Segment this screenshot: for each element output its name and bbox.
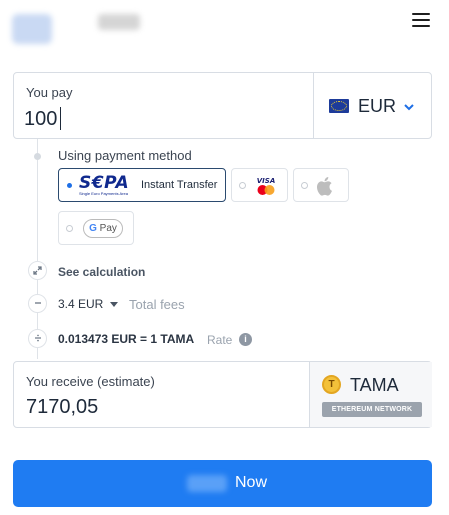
buy-now-button[interactable]: Now xyxy=(13,460,432,507)
header xyxy=(0,0,449,56)
you-receive-label: You receive (estimate) xyxy=(26,374,155,389)
token-code: TAMA xyxy=(350,375,399,395)
you-pay-field: You pay EUR xyxy=(13,72,432,139)
cta-blurred-word xyxy=(187,475,227,492)
title-blurred xyxy=(98,14,140,30)
token-select[interactable]: T TAMA ETHEREUM NETWORK xyxy=(309,362,432,427)
total-fees-label: Total fees xyxy=(129,297,185,312)
minus-icon xyxy=(28,294,47,313)
radio-unselected-icon xyxy=(239,182,246,189)
exchange-rate-value: 0.013473 EUR = 1 TAMA xyxy=(58,332,195,346)
payment-option-google-pay[interactable]: G Pay xyxy=(58,211,134,245)
visa-mastercard-icon: VISA xyxy=(257,177,275,195)
sepa-wordmark: S€PA xyxy=(79,173,130,193)
currency-code: EUR xyxy=(358,96,397,116)
sepa-logo: S€PA Single Euro Payments Area xyxy=(79,173,137,198)
divide-icon xyxy=(28,329,47,348)
radio-unselected-icon xyxy=(301,182,308,189)
see-calculation-link[interactable]: See calculation xyxy=(58,265,145,279)
network-badge: ETHEREUM NETWORK xyxy=(322,402,422,417)
radio-selected-icon xyxy=(67,183,72,188)
sepa-tagline: Single Euro Payments Area xyxy=(79,191,128,196)
radio-unselected-icon xyxy=(66,225,73,232)
currency-select[interactable]: EUR xyxy=(313,73,432,138)
apple-icon xyxy=(317,177,332,196)
google-pay-icon: G Pay xyxy=(83,219,123,238)
text-cursor xyxy=(60,107,61,130)
you-receive-field: You receive (estimate) 7170,05 T TAMA ET… xyxy=(13,361,432,428)
sepa-option-label: Instant Transfer xyxy=(141,179,218,191)
hamburger-menu-icon[interactable] xyxy=(412,13,430,27)
logo-blurred xyxy=(12,14,52,44)
payment-option-sepa[interactable]: S€PA Single Euro Payments Area Instant T… xyxy=(58,168,226,202)
timeline-dot xyxy=(34,153,41,160)
google-pay-label: Pay xyxy=(99,223,117,234)
caret-down-icon xyxy=(110,302,118,307)
cta-label: Now xyxy=(235,474,268,491)
fee-value-dropdown[interactable]: 3.4 EUR xyxy=(58,297,103,311)
payment-option-card[interactable]: VISA xyxy=(231,168,288,202)
svg-text:VISA: VISA xyxy=(257,177,275,185)
expand-arrows-icon[interactable] xyxy=(28,261,47,280)
payment-method-label: Using payment method xyxy=(58,148,192,163)
eu-flag-icon xyxy=(329,99,349,113)
timeline-line xyxy=(37,139,38,359)
chevron-down-icon xyxy=(404,104,414,111)
payment-option-apple-pay[interactable] xyxy=(293,168,349,202)
tama-token-icon: T xyxy=(322,375,341,394)
pay-amount-input[interactable] xyxy=(24,106,304,132)
info-icon[interactable]: i xyxy=(239,333,252,346)
you-pay-label: You pay xyxy=(26,85,73,100)
receive-amount: 7170,05 xyxy=(26,396,99,418)
rate-label: Rate xyxy=(207,333,233,347)
